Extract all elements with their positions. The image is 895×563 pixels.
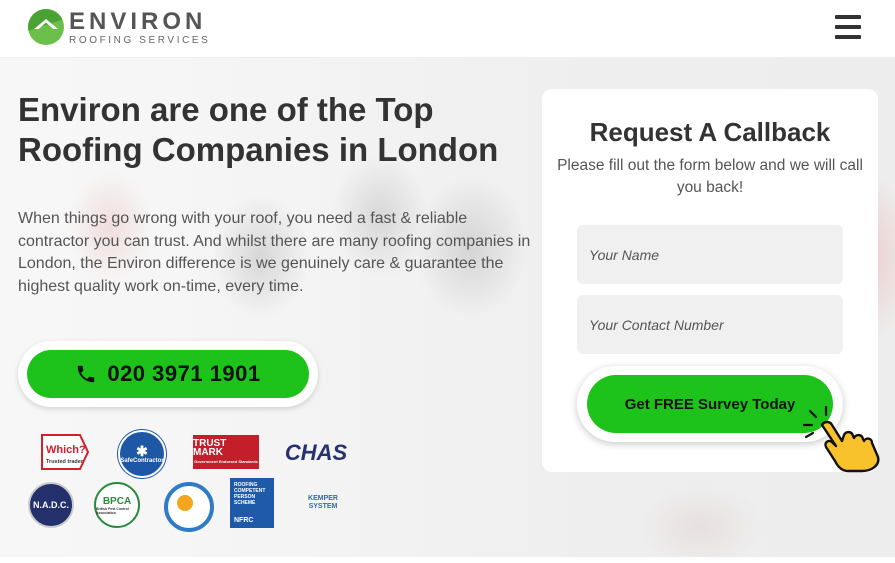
phone-number: 020 3971 1901 — [107, 361, 261, 386]
get-free-survey-button[interactable]: Get FREE Survey Today — [587, 375, 833, 433]
call-phone-button[interactable]: 020 3971 1901 — [27, 350, 309, 398]
chas-logo: CHAS — [284, 440, 348, 465]
nadc-logo: N.A.D.C. — [28, 482, 74, 528]
logo[interactable]: ENVIRON ROOFING SERVICES — [28, 9, 218, 49]
form-subtitle: Please fill out the form below and we wi… — [557, 157, 863, 196]
bpca-subtitle: British Pest Control Association — [96, 506, 129, 515]
kemper-system-logo: KEMPER SYSTEM — [292, 492, 354, 514]
page-title: Environ are one of the Top Roofing Compa… — [18, 91, 499, 168]
safecontractor-label: SafeContractor — [120, 458, 164, 464]
safecontractor-logo: ✱ SafeContractor — [118, 430, 166, 478]
phone-icon — [78, 365, 95, 383]
kemper-subtitle: SYSTEM — [308, 503, 338, 510]
intro-text: When things go wrong with your roof, you… — [18, 210, 531, 295]
bottom-strip — [0, 557, 895, 563]
trustmark-logo: TRUST MARK Government Endorsed Standards — [193, 435, 259, 469]
logo-title: ENVIRON — [69, 8, 207, 35]
bpca-logo: BPCA British Pest Control Association — [94, 482, 140, 528]
which-trusted-trader-logo: Which? Trusted trader — [40, 433, 90, 471]
logo-subtitle: ROOFING SERVICES — [69, 35, 211, 46]
kemper-label: KEMPER — [308, 495, 338, 502]
roofing-competent-person-logo: ROOFING COMPETENT PERSON SCHEME NFRC — [230, 478, 274, 528]
contact-number-input[interactable] — [577, 295, 843, 354]
nfrc-label: NFRC — [234, 517, 254, 524]
svg-text:Which?: Which? — [46, 444, 86, 456]
site-header: ENVIRON ROOFING SERVICES — [0, 0, 895, 58]
accreditation-badges: Which? Trusted trader ✱ SafeContractor T… — [28, 430, 358, 532]
trustmark-subtitle: Government Endorsed Standards — [194, 458, 258, 464]
name-input[interactable] — [577, 225, 843, 284]
hamburger-icon[interactable] — [835, 15, 861, 39]
trustmark-title: TRUST MARK — [193, 437, 227, 458]
rcp-label: ROOFING COMPETENT PERSON SCHEME — [234, 482, 266, 506]
bpca-label: BPCA — [102, 495, 132, 507]
chas-accredited-icon — [164, 482, 214, 532]
svg-text:Trusted trader: Trusted trader — [46, 459, 84, 465]
call-button-wrapper: 020 3971 1901 — [18, 341, 318, 407]
form-title: Request A Callback — [589, 117, 831, 147]
pointing-hand-icon — [802, 405, 880, 473]
logo-mark-icon — [28, 9, 64, 45]
